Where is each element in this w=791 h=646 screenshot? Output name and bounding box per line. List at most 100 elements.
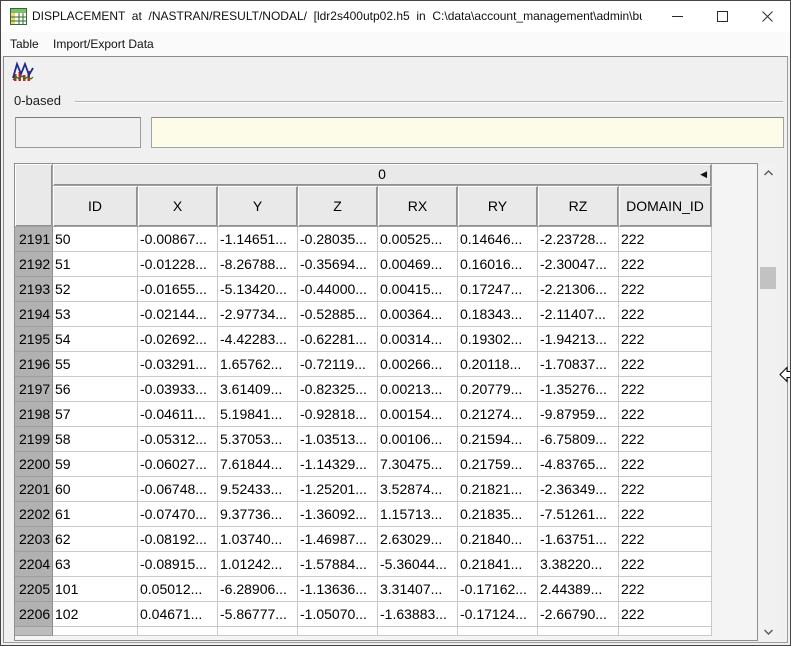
column-header-rx[interactable]: RX — [378, 186, 458, 227]
data-cell[interactable]: -5.13420... — [218, 277, 298, 302]
data-cell[interactable]: 0.21840... — [458, 527, 538, 552]
data-cell[interactable]: -1.36092... — [298, 502, 378, 527]
data-cell[interactable]: 59 — [53, 452, 138, 477]
column-header-id[interactable]: ID — [53, 186, 138, 227]
data-cell[interactable]: 222 — [619, 427, 712, 452]
data-cell[interactable]: -5.86777... — [218, 602, 298, 627]
data-cell[interactable]: -1.14329... — [298, 452, 378, 477]
data-cell[interactable]: -1.05070... — [298, 602, 378, 627]
data-cell[interactable]: 5.19841... — [218, 402, 298, 427]
data-cell[interactable]: -0.17124... — [458, 602, 538, 627]
data-cell[interactable]: 0.21841... — [458, 552, 538, 577]
column-header-domain_id[interactable]: DOMAIN_ID — [619, 186, 712, 227]
column-header-z[interactable]: Z — [298, 186, 378, 227]
data-cell[interactable]: -4.42283... — [218, 327, 298, 352]
data-cell[interactable]: -0.02692... — [138, 327, 218, 352]
data-cell[interactable]: -0.06027... — [138, 452, 218, 477]
data-cell[interactable]: -0.82325... — [298, 377, 378, 402]
data-cell[interactable]: 1.01242... — [218, 552, 298, 577]
row-header-cell[interactable]: 2195 — [15, 327, 53, 352]
data-cell[interactable]: 0.18343... — [458, 302, 538, 327]
column-header-x[interactable]: X — [138, 186, 218, 227]
data-cell[interactable]: -0.52885... — [298, 302, 378, 327]
data-cell[interactable] — [458, 627, 538, 636]
data-cell[interactable]: -0.07470... — [138, 502, 218, 527]
data-cell[interactable]: -2.21306... — [538, 277, 619, 302]
column-header-ry[interactable]: RY — [458, 186, 538, 227]
data-cell[interactable]: -6.28906... — [218, 577, 298, 602]
data-cell[interactable]: 0.00314... — [378, 327, 458, 352]
row-header-cell[interactable]: 2194 — [15, 302, 53, 327]
data-cell[interactable]: 9.37736... — [218, 502, 298, 527]
data-cell[interactable]: -0.17162... — [458, 577, 538, 602]
data-cell[interactable]: -0.62281... — [298, 327, 378, 352]
data-cell[interactable]: -1.63751... — [538, 527, 619, 552]
maximize-button[interactable] — [700, 1, 745, 32]
data-cell[interactable]: 1.15713... — [378, 502, 458, 527]
data-cell[interactable]: 0.17247... — [458, 277, 538, 302]
data-cell[interactable]: -0.35694... — [298, 252, 378, 277]
data-cell[interactable]: 0.05012... — [138, 577, 218, 602]
data-cell[interactable]: 2.44389... — [538, 577, 619, 602]
data-cell[interactable] — [619, 627, 712, 636]
data-cell[interactable]: -0.06748... — [138, 477, 218, 502]
row-header-cell[interactable]: 2193 — [15, 277, 53, 302]
data-cell[interactable]: 0.00415... — [378, 277, 458, 302]
data-cell[interactable]: 7.61844... — [218, 452, 298, 477]
data-cell[interactable]: 51 — [53, 252, 138, 277]
menu-item-import-export-data[interactable]: Import/Export Data — [53, 32, 154, 56]
data-cell[interactable]: -0.72119... — [298, 352, 378, 377]
scroll-down-button[interactable] — [758, 623, 778, 640]
data-cell[interactable]: 222 — [619, 502, 712, 527]
collapse-left-icon[interactable]: ◀ — [700, 164, 707, 185]
data-cell[interactable]: 58 — [53, 427, 138, 452]
data-cell[interactable]: 222 — [619, 352, 712, 377]
row-header-cell[interactable]: 2201 — [15, 477, 53, 502]
data-cell[interactable] — [138, 627, 218, 636]
data-cell[interactable]: 222 — [619, 327, 712, 352]
data-cell[interactable]: 3.38220... — [538, 552, 619, 577]
menu-item-table[interactable]: Table — [10, 32, 39, 56]
data-cell[interactable]: -2.36349... — [538, 477, 619, 502]
data-cell[interactable]: 0.00154... — [378, 402, 458, 427]
data-cell[interactable]: 0.21274... — [458, 402, 538, 427]
data-cell[interactable]: 222 — [619, 277, 712, 302]
column-header-rz[interactable]: RZ — [538, 186, 619, 227]
data-cell[interactable]: -2.11407... — [538, 302, 619, 327]
row-header-cell[interactable]: 2206 — [15, 602, 53, 627]
data-cell[interactable]: -9.87959... — [538, 402, 619, 427]
data-cell[interactable]: -0.03933... — [138, 377, 218, 402]
data-cell[interactable] — [378, 627, 458, 636]
row-header-cell[interactable]: 2204 — [15, 552, 53, 577]
data-cell[interactable]: 54 — [53, 327, 138, 352]
data-cell[interactable]: 7.30475... — [378, 452, 458, 477]
row-header-cell[interactable]: 2203 — [15, 527, 53, 552]
data-cell[interactable]: -4.83765... — [538, 452, 619, 477]
data-cell[interactable]: -1.94213... — [538, 327, 619, 352]
data-cell[interactable]: 222 — [619, 227, 712, 252]
data-cell[interactable]: -1.03513... — [298, 427, 378, 452]
data-cell[interactable]: 0.21759... — [458, 452, 538, 477]
column-header-y[interactable]: Y — [218, 186, 298, 227]
data-cell[interactable]: 60 — [53, 477, 138, 502]
data-cell[interactable]: -0.08915... — [138, 552, 218, 577]
data-cell[interactable]: -0.03291... — [138, 352, 218, 377]
row-header-cell[interactable]: 2198 — [15, 402, 53, 427]
data-cell[interactable]: -1.46987... — [298, 527, 378, 552]
data-cell[interactable]: 222 — [619, 552, 712, 577]
data-cell[interactable]: -1.25201... — [298, 477, 378, 502]
row-header-cell[interactable]: 2200 — [15, 452, 53, 477]
data-cell[interactable]: 1.65762... — [218, 352, 298, 377]
data-cell[interactable]: -0.08192... — [138, 527, 218, 552]
data-cell[interactable]: 0.00266... — [378, 352, 458, 377]
data-cell[interactable]: 3.31407... — [378, 577, 458, 602]
data-cell[interactable]: 5.37053... — [218, 427, 298, 452]
data-cell[interactable] — [538, 627, 619, 636]
data-cell[interactable]: 1.03740... — [218, 527, 298, 552]
data-cell[interactable]: 2.63029... — [378, 527, 458, 552]
data-cell[interactable]: 222 — [619, 402, 712, 427]
data-cell[interactable]: -2.23728... — [538, 227, 619, 252]
data-cell[interactable]: 61 — [53, 502, 138, 527]
data-cell[interactable]: 0.00525... — [378, 227, 458, 252]
data-cell[interactable]: 0.16016... — [458, 252, 538, 277]
